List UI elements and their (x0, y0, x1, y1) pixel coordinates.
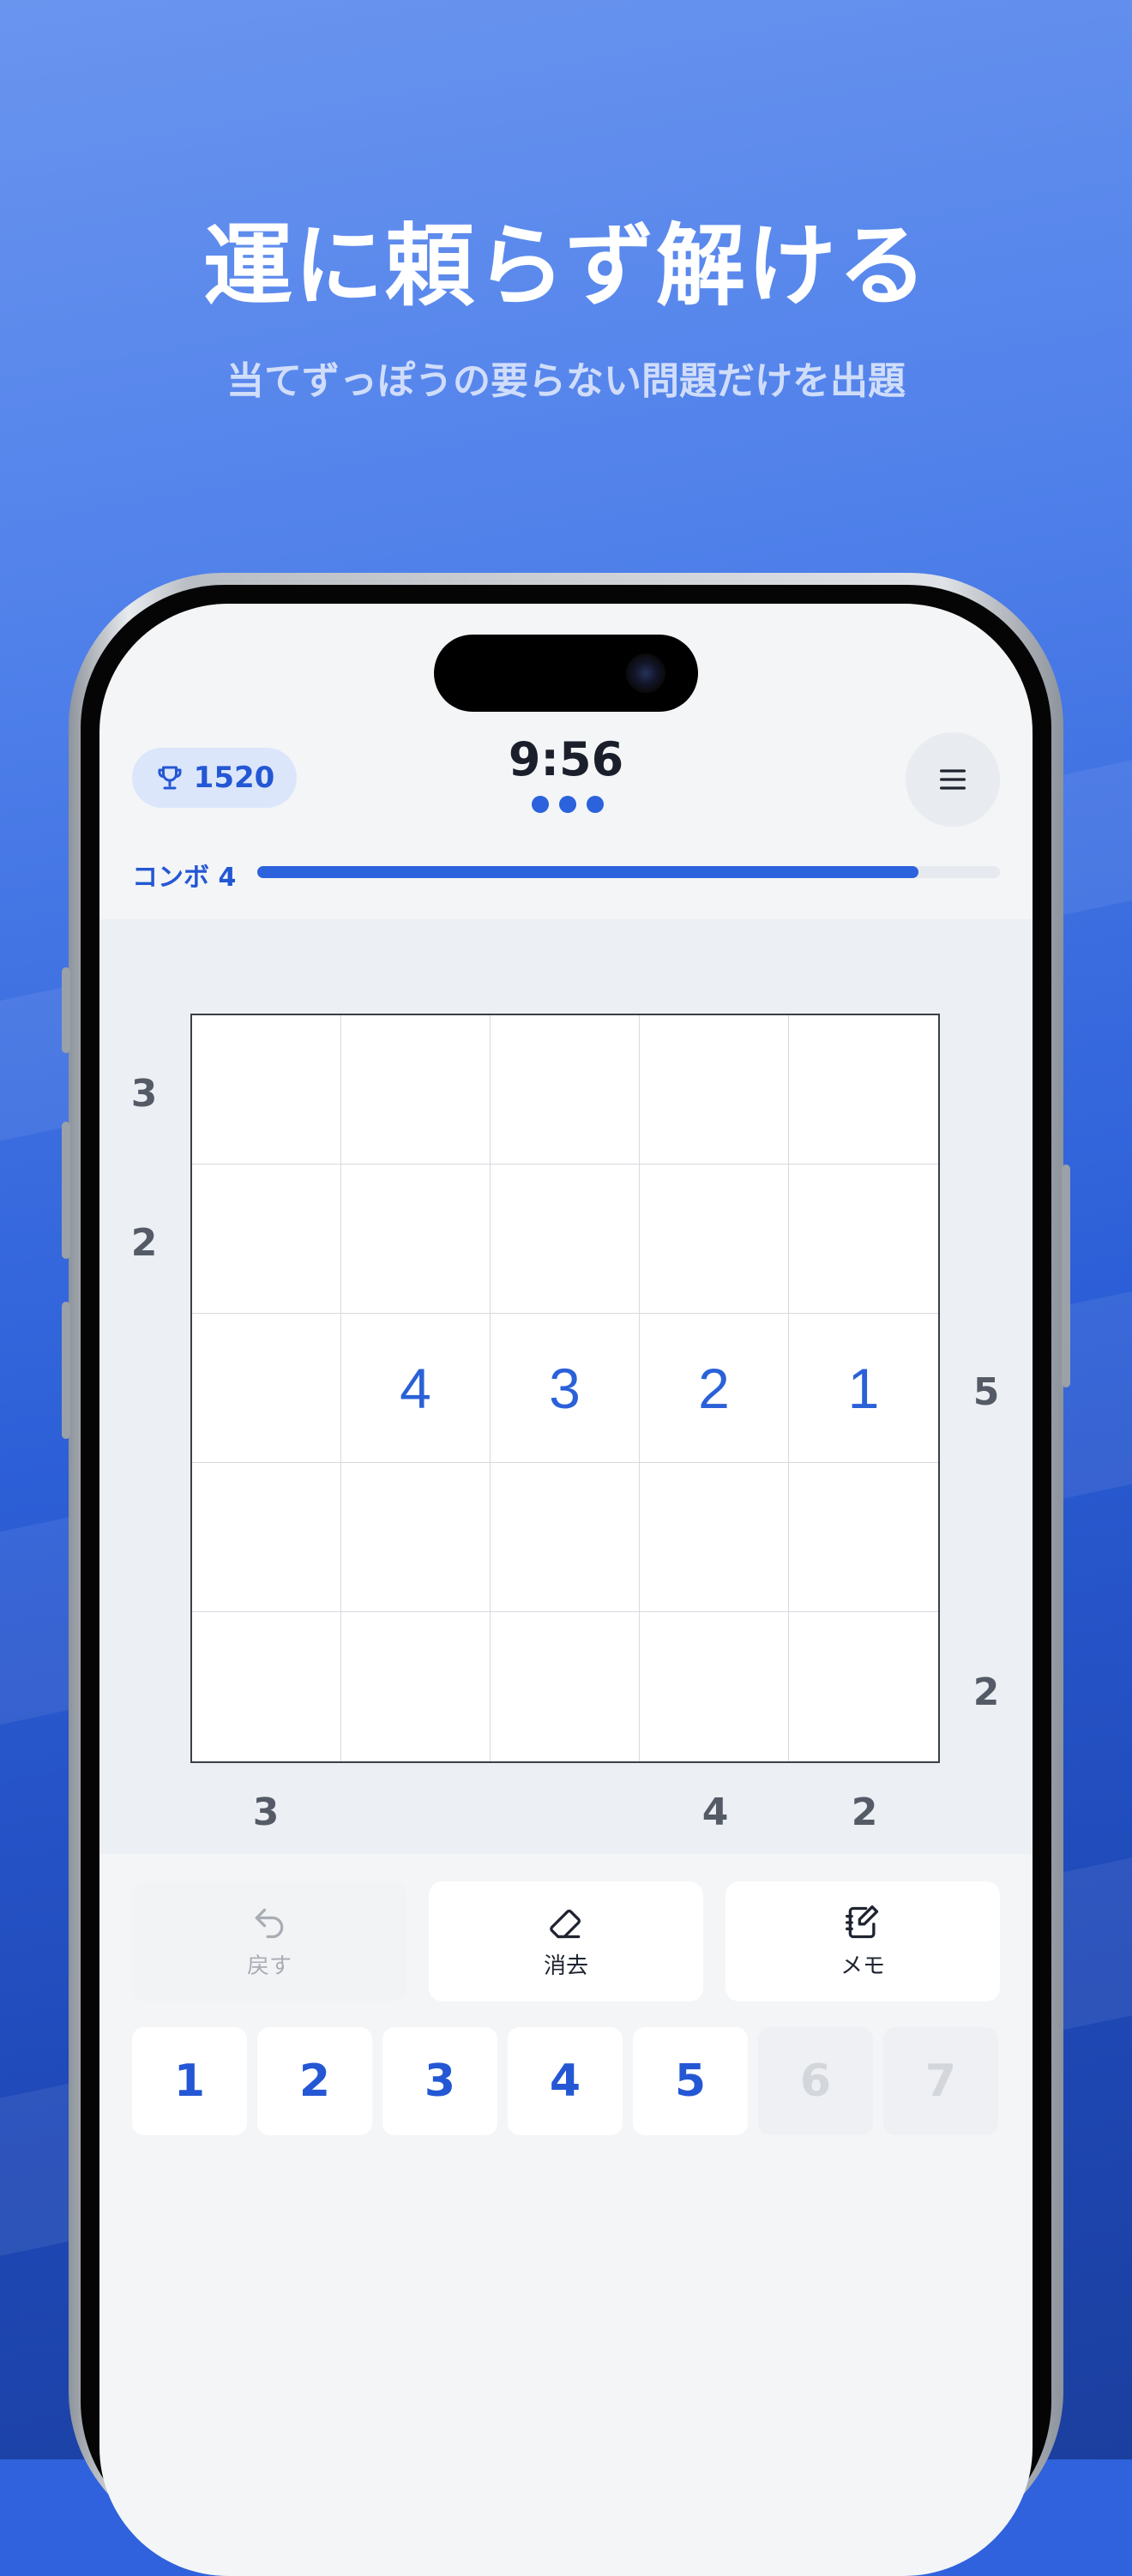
number-key-1[interactable]: 1 (132, 2027, 247, 2135)
undo-label: 戻す (246, 1953, 292, 1979)
grid-cell[interactable] (789, 1015, 938, 1165)
clue-bottom-col1: 3 (252, 1791, 280, 1834)
phone-power-button (1062, 1165, 1070, 1387)
clue-bottom-col5: 2 (851, 1791, 878, 1834)
grid-cell[interactable] (491, 1612, 640, 1761)
clue-right-row3: 5 (972, 1370, 1000, 1414)
dynamic-island (434, 635, 698, 712)
game-timer: 9:56 (508, 732, 624, 786)
grid-cell[interactable] (640, 1463, 789, 1612)
app-screen: 1520 9:56 コンボ 4 4321 3 2 5 2 3 4 2 戻す 消去… (99, 604, 1033, 2576)
grid-cell[interactable] (491, 1463, 640, 1612)
phone-action-button (62, 967, 70, 1053)
grid-cell[interactable] (192, 1165, 341, 1314)
number-key-4[interactable]: 4 (508, 2027, 623, 2135)
grid-cell[interactable] (192, 1463, 341, 1612)
lives-indicator (532, 796, 604, 813)
combo-progress-fill (257, 866, 918, 878)
erase-button[interactable]: 消去 (429, 1881, 703, 2001)
combo-progress-bar (257, 866, 1000, 878)
promo-subheadline: 当てずっぽうの要らない問題だけを出題 (226, 359, 906, 403)
clue-left-row1: 3 (130, 1072, 158, 1116)
undo-icon (255, 1908, 284, 1938)
grid-cell[interactable] (789, 1612, 938, 1761)
memo-button[interactable]: メモ (726, 1881, 1000, 2001)
eraser-icon (550, 1909, 581, 1938)
life-dot (559, 796, 576, 813)
clue-right-row5: 2 (972, 1670, 1000, 1714)
puzzle-area: 4321 3 2 5 2 3 4 2 (99, 919, 1033, 1854)
memo-label: メモ (840, 1953, 885, 1979)
grid-cell[interactable] (192, 1612, 341, 1761)
grid-cell[interactable] (789, 1165, 938, 1314)
grid-cell[interactable] (491, 1015, 640, 1165)
promo-headline: 運に頼らず解ける (203, 214, 929, 318)
life-dot (532, 796, 549, 813)
grid-cell[interactable] (192, 1015, 341, 1165)
undo-button[interactable]: 戻す (132, 1881, 406, 2001)
menu-button[interactable] (906, 732, 1000, 827)
number-key-5[interactable]: 5 (633, 2027, 748, 2135)
grid-cell[interactable] (341, 1015, 491, 1165)
grid-cell[interactable] (341, 1463, 491, 1612)
clue-left-row2: 2 (130, 1221, 158, 1265)
grid-cell[interactable] (640, 1015, 789, 1165)
front-camera (626, 653, 665, 693)
memo-pencil-icon (846, 1905, 879, 1938)
erase-label: 消去 (543, 1953, 588, 1979)
puzzle-grid: 4321 (190, 1014, 940, 1763)
life-dot (587, 796, 604, 813)
grid-cell[interactable] (640, 1612, 789, 1761)
clue-bottom-col4: 4 (701, 1791, 729, 1834)
grid-cell[interactable]: 4 (341, 1314, 491, 1463)
number-key-2[interactable]: 2 (257, 2027, 372, 2135)
grid-cell[interactable]: 2 (640, 1314, 789, 1463)
phone-volume-down-button (62, 1302, 70, 1439)
trophy-icon (158, 766, 182, 790)
grid-cell[interactable] (640, 1165, 789, 1314)
grid-cell[interactable]: 1 (789, 1314, 938, 1463)
score-badge[interactable]: 1520 (132, 748, 297, 808)
phone-volume-up-button (62, 1122, 70, 1259)
number-key-6[interactable]: 6 (758, 2027, 873, 2135)
hamburger-menu-icon (940, 769, 966, 790)
grid-cell[interactable] (192, 1314, 341, 1463)
number-key-3[interactable]: 3 (382, 2027, 497, 2135)
grid-cell[interactable]: 3 (491, 1314, 640, 1463)
combo-label: コンボ 4 (132, 863, 237, 893)
grid-cell[interactable] (789, 1463, 938, 1612)
grid-cell[interactable] (341, 1612, 491, 1761)
score-value: 1520 (193, 761, 275, 795)
grid-cell[interactable] (491, 1165, 640, 1314)
grid-cell[interactable] (341, 1165, 491, 1314)
number-key-7[interactable]: 7 (883, 2027, 998, 2135)
phone-frame: 1520 9:56 コンボ 4 4321 3 2 5 2 3 4 2 戻す 消去… (62, 573, 1070, 2576)
